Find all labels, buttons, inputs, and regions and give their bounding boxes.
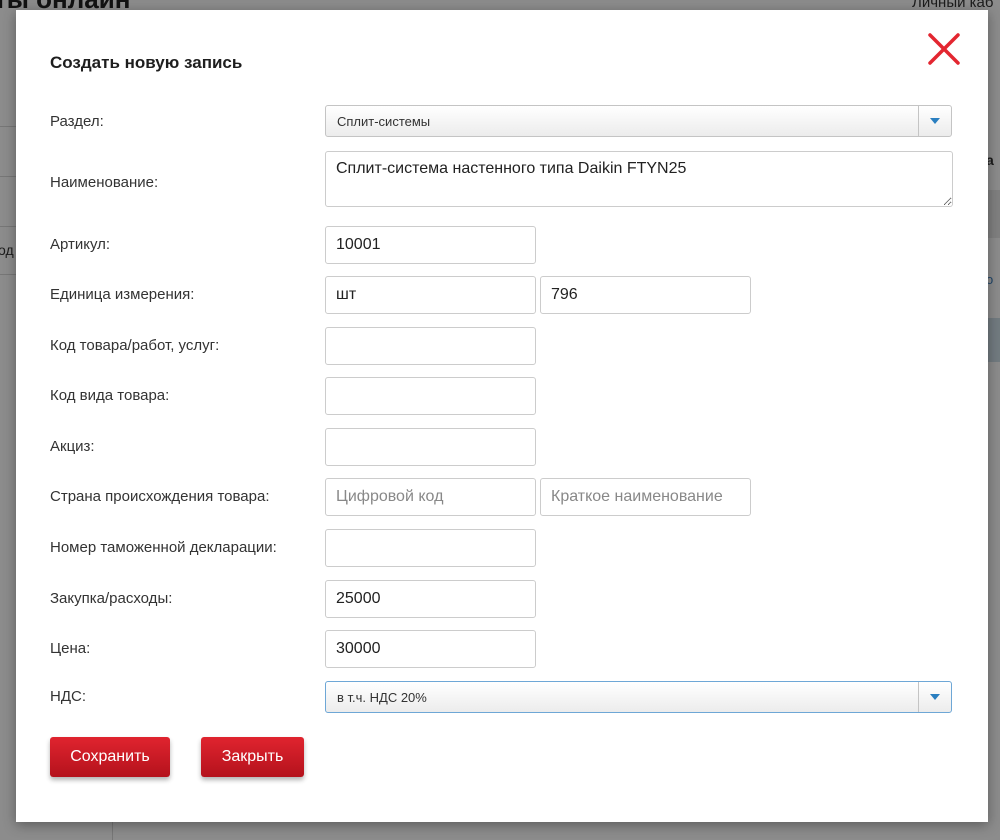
purchase-label: Закупка/расходы:	[50, 590, 173, 607]
chevron-down-icon	[930, 118, 940, 124]
origin-country-code-input[interactable]	[325, 478, 536, 516]
create-record-modal: Создать новую запись Раздел: Сплит-систе…	[16, 10, 988, 822]
product-type-code-label: Код вида товара:	[50, 387, 170, 404]
customs-declaration-input[interactable]	[325, 529, 536, 567]
unit-code-input[interactable]	[540, 276, 751, 314]
product-type-code-input[interactable]	[325, 377, 536, 415]
modal-title: Создать новую запись	[50, 53, 243, 72]
purchase-input[interactable]	[325, 580, 536, 618]
vat-select[interactable]: в т.ч. НДС 20%	[325, 681, 952, 713]
excise-input[interactable]	[325, 428, 536, 466]
chevron-down-icon	[930, 694, 940, 700]
section-select-arrow[interactable]	[918, 106, 951, 136]
section-select-value: Сплит-системы	[337, 114, 431, 129]
product-code-label: Код товара/работ, услуг:	[50, 337, 220, 354]
vat-select-value: в т.ч. НДС 20%	[337, 690, 427, 705]
article-label: Артикул:	[50, 236, 111, 253]
origin-country-label: Страна происхождения товара:	[50, 488, 270, 505]
customs-declaration-label: Номер таможенной декларации:	[50, 539, 277, 556]
section-select[interactable]: Сплит-системы	[325, 105, 952, 137]
vat-select-arrow[interactable]	[918, 682, 951, 712]
unit-name-input[interactable]	[325, 276, 536, 314]
vat-label: НДС:	[50, 688, 86, 705]
price-input[interactable]	[325, 630, 536, 668]
article-input[interactable]	[325, 226, 536, 264]
name-textarea[interactable]: Сплит-система настенного типа Daikin FTY…	[325, 151, 953, 207]
name-label: Наименование:	[50, 174, 159, 191]
origin-country-name-input[interactable]	[540, 478, 751, 516]
save-button[interactable]: Сохранить	[50, 737, 170, 777]
product-code-input[interactable]	[325, 327, 536, 365]
price-label: Цена:	[50, 640, 91, 657]
close-x-icon[interactable]	[926, 31, 962, 67]
unit-label: Единица измерения:	[50, 286, 195, 303]
section-label: Раздел:	[50, 113, 104, 130]
close-button[interactable]: Закрыть	[201, 737, 304, 777]
excise-label: Акциз:	[50, 438, 95, 455]
